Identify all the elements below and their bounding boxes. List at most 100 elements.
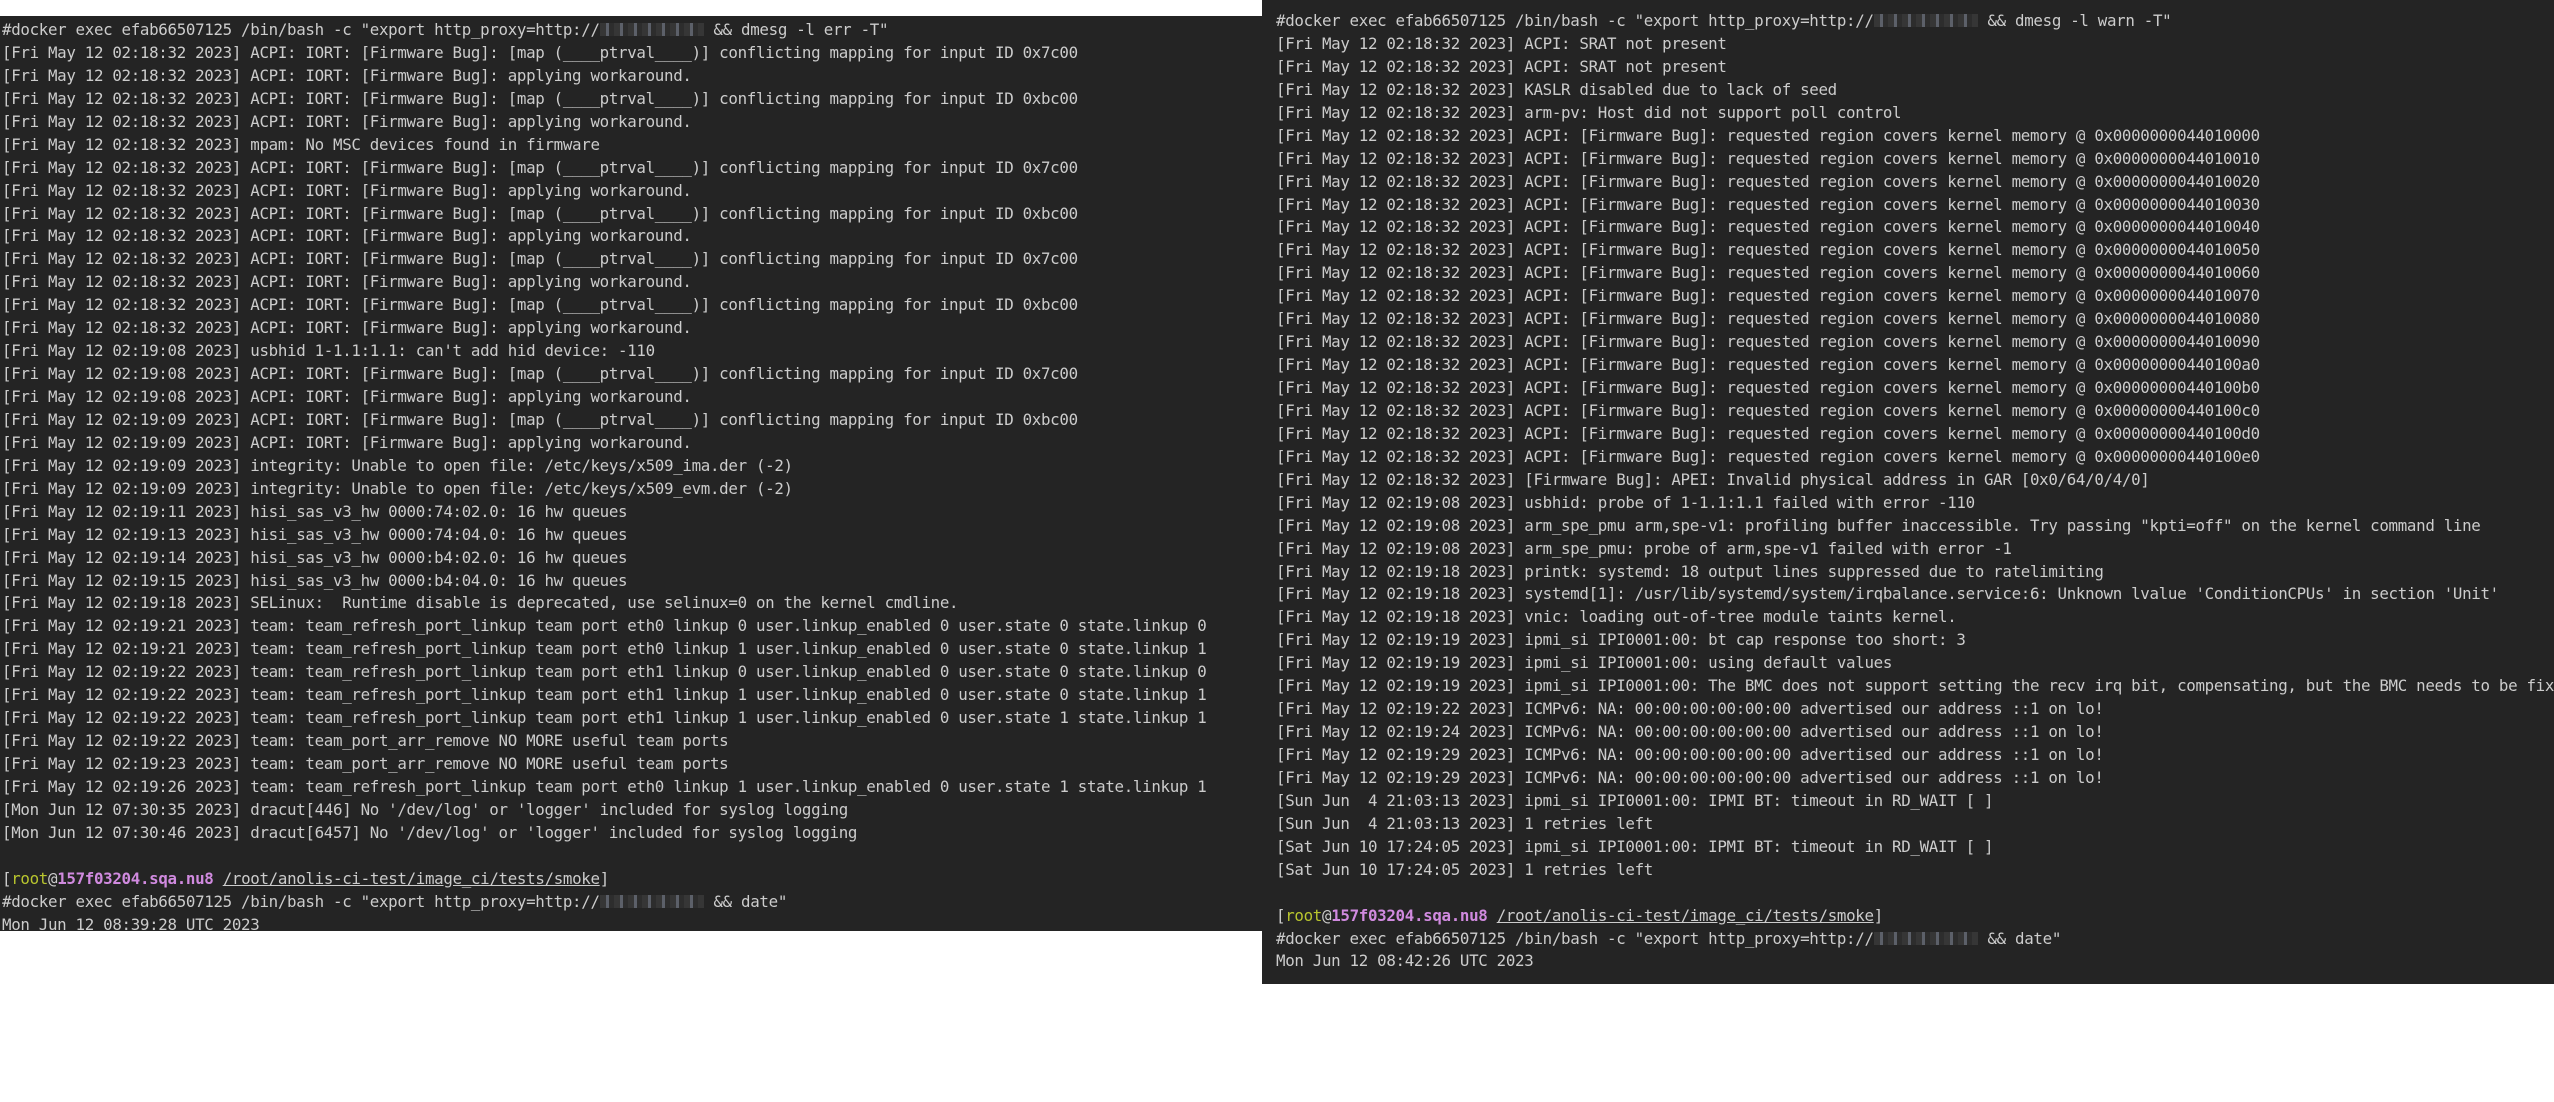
- log-line: [Fri May 12 02:18:32 2023] ACPI: IORT: […: [2, 180, 692, 200]
- log-line: [Fri May 12 02:18:32 2023] ACPI: [Firmwa…: [1276, 148, 2260, 168]
- command-line: #docker exec efab66507125 /bin/bash -c "…: [2, 891, 1262, 914]
- command-text: #docker exec efab66507125 /bin/bash -c "…: [1276, 928, 1874, 948]
- log-line: [Fri May 12 02:18:32 2023] ACPI: [Firmwa…: [1276, 217, 2260, 237]
- log-line: [Fri May 12 02:18:32 2023] ACPI: IORT: […: [2, 249, 1078, 269]
- log-line: [Fri May 12 02:18:32 2023] ACPI: IORT: […: [2, 203, 1078, 223]
- log-line: [Fri May 12 02:18:32 2023] ACPI: SRAT no…: [1276, 56, 1727, 76]
- log-line: [Fri May 12 02:19:11 2023] hisi_sas_v3_h…: [2, 501, 628, 521]
- log-line: [Fri May 12 02:19:09 2023] ACPI: IORT: […: [2, 409, 1078, 429]
- log-line: [Fri May 12 02:18:32 2023] ACPI: [Firmwa…: [1276, 355, 2260, 375]
- log-line: [Fri May 12 02:18:32 2023] ACPI: IORT: […: [2, 65, 692, 85]
- log-line: [Fri May 12 02:19:18 2023] printk: syste…: [1276, 561, 2104, 581]
- prompt-host: 157f03204.sqa.nu8: [1331, 905, 1488, 925]
- log-line: [Fri May 12 02:19:09 2023] ACPI: IORT: […: [2, 432, 692, 452]
- log-line: [Fri May 12 02:19:14 2023] hisi_sas_v3_h…: [2, 547, 628, 567]
- log-line: [Fri May 12 02:18:32 2023] arm-pv: Host …: [1276, 102, 1902, 122]
- log-line: [Fri May 12 02:18:32 2023] ACPI: IORT: […: [2, 272, 692, 292]
- command-text: #docker exec efab66507125 /bin/bash -c "…: [2, 20, 600, 39]
- prompt-host: 157f03204.sqa.nu8: [57, 868, 214, 888]
- command-text-tail: && dmesg -l warn -T": [1978, 11, 2172, 30]
- prompt-bracket-close: ]: [1873, 905, 1884, 925]
- log-line: [Fri May 12 02:19:13 2023] hisi_sas_v3_h…: [2, 524, 628, 544]
- command-line: #docker exec efab66507125 /bin/bash -c "…: [2, 19, 1262, 42]
- command-text: #docker exec efab66507125 /bin/bash -c "…: [2, 891, 600, 911]
- redacted-proxy-address: [599, 23, 705, 36]
- shell-prompt: [root@157f03204.sqa.nu8 /root/anolis-ci-…: [2, 868, 1262, 891]
- log-line: [Fri May 12 02:19:22 2023] team: team_po…: [2, 731, 729, 751]
- log-line: [Fri May 12 02:19:19 2023] ipmi_si IPI00…: [1276, 653, 1893, 673]
- log-line: [Fri May 12 02:19:08 2023] arm_spe_pmu: …: [1276, 538, 2012, 558]
- prompt-bracket-open: [: [2, 868, 12, 888]
- log-line: [Fri May 12 02:18:32 2023] ACPI: [Firmwa…: [1276, 378, 2260, 397]
- log-line: [Fri May 12 02:19:22 2023] team: team_re…: [2, 662, 1207, 682]
- log-line: [Fri May 12 02:19:08 2023] ACPI: IORT: […: [2, 364, 1078, 384]
- log-line: [Fri May 12 02:19:08 2023] usbhid 1-1.1:…: [2, 341, 655, 361]
- log-line: [Fri May 12 02:18:32 2023] ACPI: [Firmwa…: [1276, 400, 2260, 420]
- command-output: Mon Jun 12 08:42:26 UTC 2023: [1276, 951, 1534, 971]
- log-line: [Fri May 12 02:19:22 2023] ICMPv6: NA: 0…: [1276, 699, 2104, 719]
- log-line: [Fri May 12 02:18:32 2023] ACPI: [Firmwa…: [1276, 125, 2260, 145]
- prompt-path: /root/anolis-ci-test/image_ci/tests/smok…: [1496, 905, 1874, 925]
- log-line: [Fri May 12 02:19:19 2023] ipmi_si IPI00…: [1276, 676, 2554, 696]
- log-line: [Fri May 12 02:18:32 2023] ACPI: [Firmwa…: [1276, 446, 2260, 466]
- log-line: [Fri May 12 02:18:32 2023] [Firmware Bug…: [1276, 469, 2150, 489]
- prompt-user: root: [11, 868, 48, 888]
- log-output: [Fri May 12 02:18:32 2023] ACPI: SRAT no…: [1276, 33, 2554, 882]
- prompt-bracket-open: [: [1276, 905, 1286, 925]
- log-line: [Fri May 12 02:18:32 2023] KASLR disable…: [1276, 79, 1837, 99]
- log-line: [Fri May 12 02:19:22 2023] team: team_re…: [2, 708, 1207, 728]
- log-line: [Fri May 12 02:19:29 2023] ICMPv6: NA: 0…: [1276, 767, 2104, 787]
- log-line: [Fri May 12 02:18:32 2023] ACPI: IORT: […: [2, 88, 1078, 108]
- log-line: [Fri May 12 02:18:32 2023] ACPI: [Firmwa…: [1276, 263, 2260, 283]
- log-line: [Fri May 12 02:18:32 2023] ACPI: [Firmwa…: [1276, 332, 2260, 352]
- log-line: [Fri May 12 02:19:18 2023] vnic: loading…: [1276, 607, 1957, 627]
- command-text: #docker exec efab66507125 /bin/bash -c "…: [1276, 11, 1874, 30]
- log-line: [Fri May 12 02:18:32 2023] ACPI: IORT: […: [2, 295, 1078, 315]
- log-line: [Fri May 12 02:18:32 2023] ACPI: [Firmwa…: [1276, 240, 2260, 260]
- log-line: [Fri May 12 02:19:08 2023] arm_spe_pmu a…: [1276, 515, 2481, 535]
- terminal-left[interactable]: #docker exec efab66507125 /bin/bash -c "…: [0, 16, 1262, 931]
- log-line: [Fri May 12 02:18:32 2023] ACPI: [Firmwa…: [1276, 286, 2260, 306]
- log-line: [Fri May 12 02:19:24 2023] ICMPv6: NA: 0…: [1276, 722, 2104, 742]
- log-line: [Fri May 12 02:19:29 2023] ICMPv6: NA: 0…: [1276, 745, 2104, 764]
- log-output: [Fri May 12 02:18:32 2023] ACPI: IORT: […: [2, 42, 1262, 845]
- command-line: #docker exec efab66507125 /bin/bash -c "…: [1276, 10, 2554, 33]
- log-line: [Fri May 12 02:18:32 2023] ACPI: SRAT no…: [1276, 33, 1727, 53]
- log-line: [Fri May 12 02:19:09 2023] integrity: Un…: [2, 478, 793, 498]
- prompt-at: @: [1321, 905, 1332, 925]
- log-line: [Fri May 12 02:18:32 2023] mpam: No MSC …: [2, 134, 600, 154]
- log-line: [Fri May 12 02:19:08 2023] ACPI: IORT: […: [2, 387, 692, 406]
- log-line: [Sat Jun 10 17:24:05 2023] ipmi_si IPI00…: [1276, 836, 1994, 856]
- redacted-proxy-address: [1873, 14, 1979, 27]
- prompt-path: /root/anolis-ci-test/image_ci/tests/smok…: [222, 868, 600, 888]
- log-line: [Fri May 12 02:18:32 2023] ACPI: [Firmwa…: [1276, 309, 2260, 329]
- command-line: #docker exec efab66507125 /bin/bash -c "…: [1276, 928, 2554, 951]
- log-line: [Fri May 12 02:18:32 2023] ACPI: IORT: […: [2, 111, 692, 131]
- log-line: [Sun Jun 4 21:03:13 2023] ipmi_si IPI000…: [1276, 790, 1994, 810]
- log-line: [Fri May 12 02:19:19 2023] ipmi_si IPI00…: [1276, 630, 1966, 650]
- log-line: [Fri May 12 02:19:21 2023] team: team_re…: [2, 639, 1207, 659]
- log-line: [Fri May 12 02:19:22 2023] team: team_re…: [2, 685, 1207, 705]
- log-line: [Fri May 12 02:18:32 2023] ACPI: [Firmwa…: [1276, 194, 2260, 214]
- log-line: [Fri May 12 02:19:15 2023] hisi_sas_v3_h…: [2, 570, 628, 590]
- log-line: [Fri May 12 02:18:32 2023] ACPI: IORT: […: [2, 42, 1078, 62]
- terminal-right[interactable]: #docker exec efab66507125 /bin/bash -c "…: [1262, 0, 2554, 984]
- log-line: [Fri May 12 02:19:09 2023] integrity: Un…: [2, 455, 793, 475]
- command-text-tail: && date": [704, 891, 788, 911]
- log-line: [Fri May 12 02:19:08 2023] usbhid: probe…: [1276, 492, 1975, 512]
- log-line: [Fri May 12 02:19:21 2023] team: team_re…: [2, 616, 1207, 636]
- redacted-proxy-address: [1873, 931, 1979, 945]
- prompt-at: @: [47, 868, 58, 888]
- log-line: [Fri May 12 02:18:32 2023] ACPI: IORT: […: [2, 226, 692, 246]
- log-line: [Mon Jun 12 07:30:35 2023] dracut[446] N…: [2, 799, 848, 819]
- log-line: [Fri May 12 02:19:26 2023] team: team_re…: [2, 776, 1207, 796]
- log-line: [Fri May 12 02:19:23 2023] team: team_po…: [2, 754, 729, 773]
- log-line: [Mon Jun 12 07:30:46 2023] dracut[6457] …: [2, 822, 858, 842]
- log-line: [Sat Jun 10 17:24:05 2023] 1 retries lef…: [1276, 859, 1653, 879]
- command-text-tail: && date": [1978, 928, 2062, 948]
- log-line: [Fri May 12 02:18:32 2023] ACPI: IORT: […: [2, 318, 692, 338]
- log-line: [Fri May 12 02:18:32 2023] ACPI: [Firmwa…: [1276, 423, 2260, 443]
- command-output: Mon Jun 12 08:39:28 UTC 2023: [2, 914, 260, 931]
